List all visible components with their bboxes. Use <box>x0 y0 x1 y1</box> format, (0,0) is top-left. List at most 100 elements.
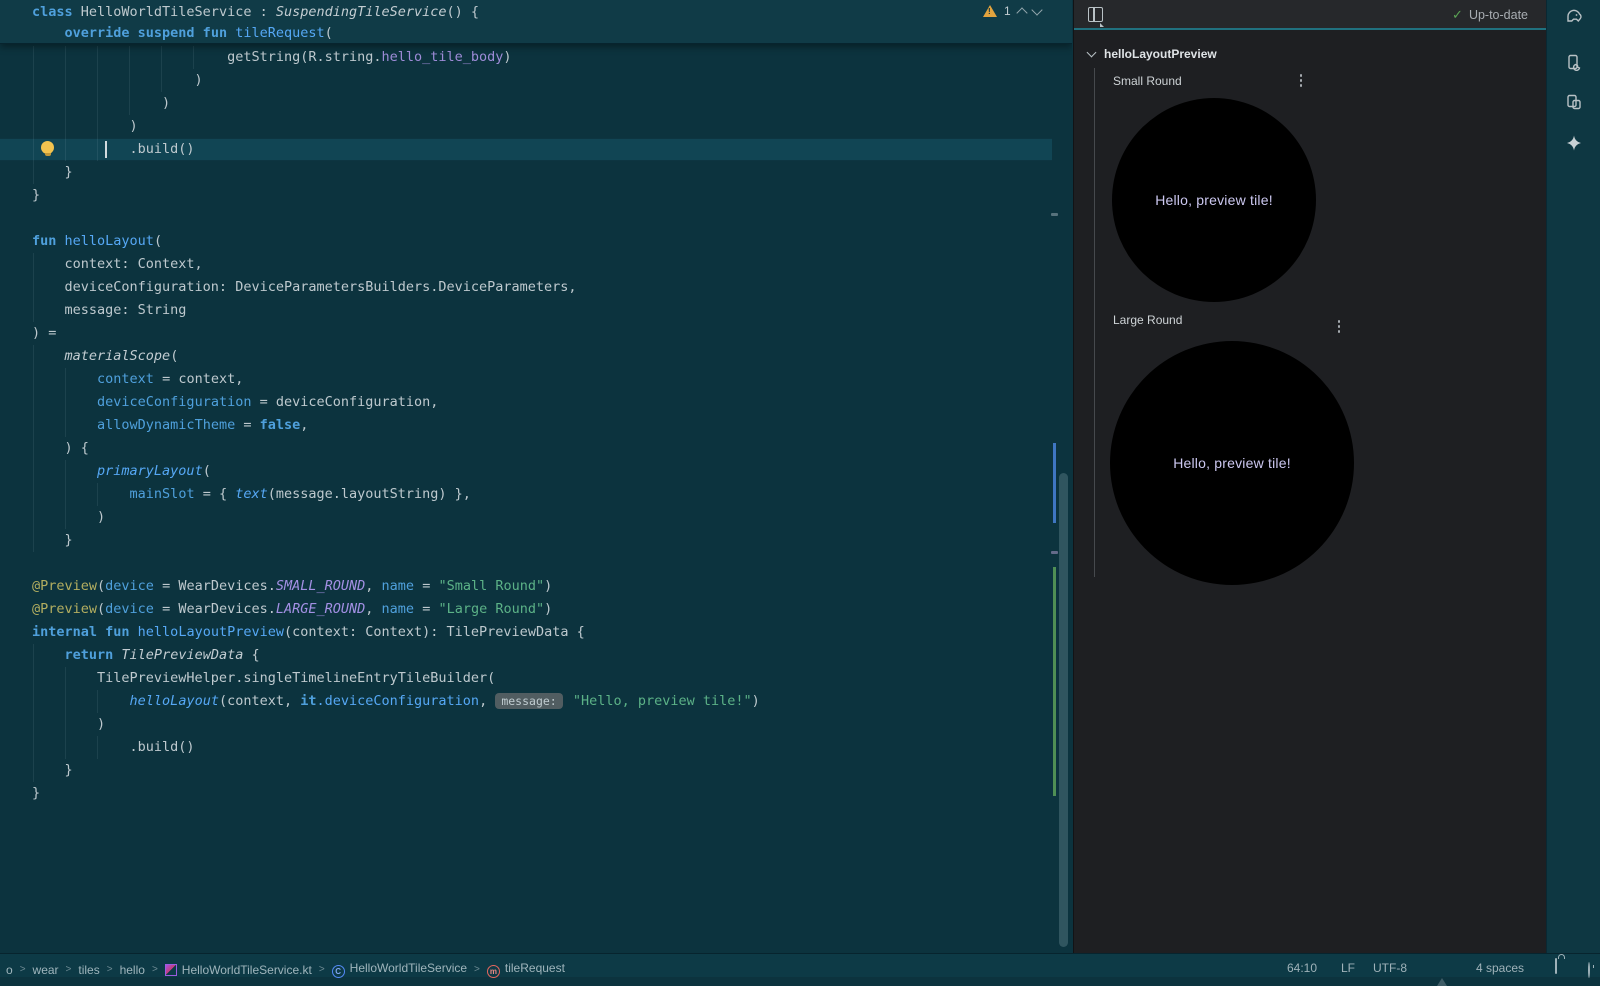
editor-scrollbar[interactable] <box>1059 473 1068 947</box>
device-manager-icon[interactable] <box>1564 52 1584 72</box>
code-line[interactable]: ) <box>0 115 1072 138</box>
preview-section-header[interactable]: helloLayoutPreview <box>1088 47 1217 61</box>
layout-view-icon[interactable] <box>1088 7 1103 22</box>
code-token: device <box>105 578 154 594</box>
preview-menu-kebab-icon[interactable] <box>1296 72 1306 89</box>
sticky-lines-header[interactable]: class HelloWorldTileService : Suspending… <box>0 0 1072 44</box>
code-line[interactable]: context = context, <box>0 368 1072 391</box>
code-line[interactable]: return TilePreviewData { <box>0 644 1072 667</box>
code-line[interactable]: } <box>0 782 1072 805</box>
code-line[interactable]: fun helloLayout( <box>0 230 1072 253</box>
breadcrumb-item[interactable]: hello <box>120 963 145 977</box>
code-line[interactable]: .build() <box>0 138 1052 161</box>
code-line[interactable]: internal fun helloLayoutPreview(context:… <box>0 621 1072 644</box>
breadcrumb-item[interactable]: CHelloWorldTileService <box>332 961 467 978</box>
code-line[interactable] <box>0 207 1072 230</box>
code-line[interactable]: TilePreviewHelper.singleTimelineEntryTil… <box>0 667 1072 690</box>
error-stripe-mark[interactable] <box>1051 213 1058 216</box>
code-token: TilePreviewHelper.singleTimelineEntryTil… <box>32 670 495 686</box>
code-line[interactable]: primaryLayout( <box>0 460 1072 483</box>
code-line[interactable]: } <box>0 161 1072 184</box>
code-line[interactable] <box>0 552 1072 575</box>
code-editor[interactable]: getString(R.string.hello_tile_body) ) ) … <box>0 0 1072 953</box>
code-token: , <box>365 601 381 617</box>
code-line[interactable]: ) = <box>0 322 1072 345</box>
code-token: message: String <box>32 302 186 318</box>
code-token: } <box>32 762 73 778</box>
code-token: hello_tile_body <box>382 49 504 65</box>
chevron-up-icon[interactable] <box>1016 7 1027 18</box>
code-token: materialScope <box>65 348 171 364</box>
sticky-code-line[interactable]: override suspend fun tileRequest( <box>0 23 1072 44</box>
code-line[interactable]: message: String <box>0 299 1072 322</box>
code-line[interactable]: } <box>0 759 1072 782</box>
code-token: ( <box>154 233 162 249</box>
kotlin-file-icon <box>165 964 177 976</box>
tile-preview-large-round[interactable]: Hello, preview tile! <box>1110 341 1354 585</box>
code-token: ( <box>325 25 333 41</box>
breadcrumb-item[interactable]: o <box>6 963 13 977</box>
code-token: helloLayout <box>56 233 154 249</box>
vcs-added-marker[interactable] <box>1053 567 1056 796</box>
chevron-down-icon[interactable] <box>1031 4 1042 15</box>
breadcrumb-item[interactable]: HelloWorldTileService.kt <box>165 963 312 977</box>
indent-guide <box>65 460 66 529</box>
running-devices-icon[interactable] <box>1564 92 1584 112</box>
code-token: , <box>479 693 495 709</box>
tile-preview-small-round[interactable]: Hello, preview tile! <box>1112 98 1316 302</box>
indent-widget[interactable]: 4 spaces <box>1476 961 1524 975</box>
preview-menu-kebab-icon[interactable] <box>1334 318 1344 335</box>
code-line[interactable]: deviceConfiguration = deviceConfiguratio… <box>0 391 1072 414</box>
code-line[interactable]: materialScope( <box>0 345 1072 368</box>
code-line[interactable]: ) <box>0 92 1072 115</box>
code-line[interactable]: @Preview(device = WearDevices.LARGE_ROUN… <box>0 598 1072 621</box>
code-token: HelloWorldTileService : <box>73 4 276 20</box>
indent-guide <box>97 483 98 506</box>
code-line[interactable]: allowDynamicTheme = false, <box>0 414 1072 437</box>
code-line[interactable]: context: Context, <box>0 253 1072 276</box>
code-line[interactable]: .build() <box>0 736 1072 759</box>
code-line[interactable]: ) <box>0 713 1072 736</box>
code-line[interactable]: helloLayout(context, it.deviceConfigurat… <box>0 690 1072 713</box>
encoding-widget[interactable]: UTF-8 <box>1373 961 1407 975</box>
breadcrumb-label: wear <box>33 963 59 977</box>
indent-guide <box>97 736 98 759</box>
code-token: override suspend fun <box>65 25 228 41</box>
code-line[interactable]: } <box>0 184 1072 207</box>
code-token: .deviceConfiguration <box>317 693 480 709</box>
code-line[interactable]: ) { <box>0 437 1072 460</box>
code-line[interactable]: @Preview(device = WearDevices.SMALL_ROUN… <box>0 575 1072 598</box>
code-token: text <box>235 486 268 502</box>
code-area[interactable]: getString(R.string.hello_tile_body) ) ) … <box>0 46 1072 805</box>
code-token: primaryLayout <box>97 463 203 479</box>
code-line[interactable]: mainSlot = { text(message.layoutString) … <box>0 483 1072 506</box>
breadcrumb-separator: > <box>319 964 325 975</box>
unlock-icon[interactable] <box>1555 959 1557 973</box>
notification-triangle-icon[interactable] <box>1437 964 1447 978</box>
code-token: , <box>300 417 308 433</box>
breadcrumb-separator: > <box>20 964 26 975</box>
code-token: ) <box>32 118 138 134</box>
error-stripe-mark[interactable] <box>1051 551 1058 554</box>
code-line[interactable]: } <box>0 529 1072 552</box>
code-token: deviceConfiguration <box>97 394 251 410</box>
breadcrumb-item[interactable]: tiles <box>78 963 99 977</box>
code-line[interactable]: ) <box>0 506 1072 529</box>
gemini-icon[interactable] <box>1564 133 1584 153</box>
inspections-widget[interactable]: ! 1 <box>983 3 1041 19</box>
intention-bulb-icon[interactable] <box>41 141 54 154</box>
breadcrumb-item[interactable]: wear <box>33 963 59 977</box>
sticky-code-line[interactable]: class HelloWorldTileService : Suspending… <box>0 2 1072 23</box>
caret-position-widget[interactable]: 64:10 <box>1287 961 1317 975</box>
tile-preview-panel: ✓ Up-to-date helloLayoutPreview Small Ro… <box>1073 0 1546 953</box>
line-separator-widget[interactable]: LF <box>1341 961 1355 975</box>
vcs-change-marker[interactable] <box>1053 443 1056 523</box>
breadcrumbs: o>wear>tiles>hello>HelloWorldTileService… <box>6 961 565 978</box>
code-token: .build() <box>32 739 195 755</box>
breadcrumb-item[interactable]: mtileRequest <box>487 961 565 978</box>
code-line[interactable]: deviceConfiguration: DeviceParametersBui… <box>0 276 1072 299</box>
preview-name-small-round: Small Round <box>1113 74 1182 88</box>
power-save-icon[interactable] <box>1588 963 1590 977</box>
gradle-icon[interactable] <box>1564 6 1584 26</box>
code-token: mainSlot <box>130 486 195 502</box>
